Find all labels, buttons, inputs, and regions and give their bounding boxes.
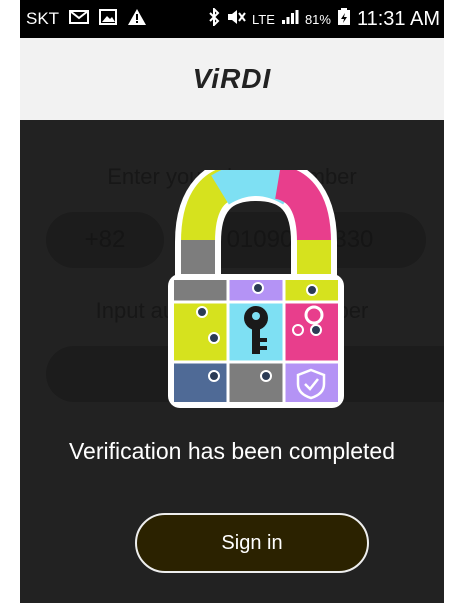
- warning-icon: [127, 8, 147, 31]
- carrier-label: SKT: [26, 9, 60, 28]
- phone-screen: SKT LTE 81% 11:31 AM ViRDI Enter your ph…: [20, 0, 444, 603]
- bluetooth-icon: [208, 6, 220, 31]
- mute-icon: [226, 9, 246, 30]
- virdi-logo: ViRDI: [192, 63, 272, 94]
- signal-icon: [281, 9, 299, 30]
- padlock-icon: [166, 154, 346, 410]
- app-bar: ViRDI: [20, 38, 444, 120]
- lte-icon: LTE: [252, 11, 275, 27]
- status-bar: SKT LTE 81% 11:31 AM: [20, 0, 444, 38]
- mail-icon: [69, 9, 90, 30]
- sign-in-button[interactable]: Sign in: [135, 513, 369, 573]
- clock: 11:31 AM: [356, 7, 440, 30]
- battery-percent: 81%: [304, 11, 331, 27]
- battery-icon: [337, 7, 351, 31]
- verification-message: Verification has been completed: [68, 438, 396, 464]
- gallery-icon: [99, 8, 118, 30]
